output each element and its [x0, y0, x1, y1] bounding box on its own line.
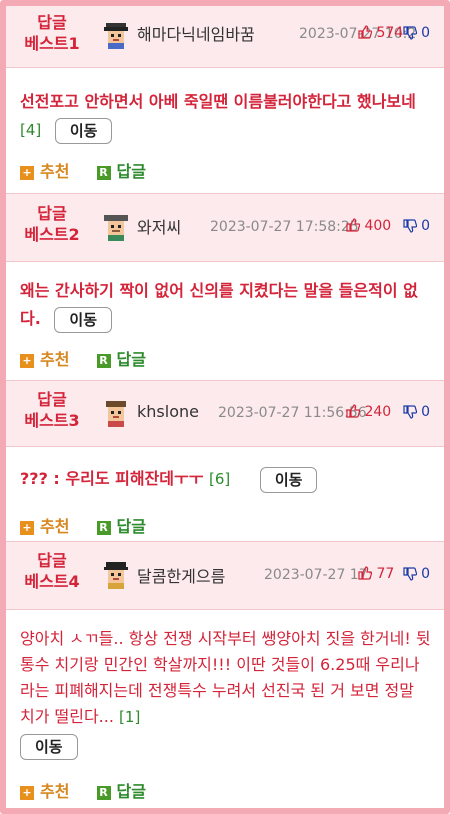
- reply-actions: + 추천 R 답글: [20, 778, 168, 802]
- reply-text: ??? : 우리도 피해잔데ㅜㅜ: [20, 469, 204, 488]
- reply-r-icon: R: [96, 354, 111, 368]
- reply-r-icon: R: [96, 521, 111, 535]
- rank-label: 답글 베스트4: [24, 551, 80, 591]
- thumbs-up-icon: [346, 218, 360, 232]
- reply-text: 양아치 ㅅㄲ들.. 항상 전쟁 시작부터 쌩양아치 짓을 한거네! 뒷통수 치기…: [20, 629, 431, 726]
- comment-count: [1]: [119, 708, 141, 726]
- rank-label: 답글 베스트1: [24, 13, 80, 53]
- pixel-avatar-icon[interactable]: [100, 561, 132, 589]
- reply-body: ??? : 우리도 피해잔데ㅜㅜ [6] 이동: [20, 465, 432, 493]
- timestamp: 2023-07-27 11:56:56: [218, 405, 367, 421]
- comment-count: [4]: [20, 121, 42, 139]
- downvote-count[interactable]: 0: [403, 404, 430, 420]
- downvote-count[interactable]: 0: [403, 218, 430, 234]
- pixel-avatar-icon[interactable]: [100, 399, 132, 427]
- rank-label: 답글 베스트3: [24, 390, 80, 430]
- reply-button[interactable]: R 답글: [96, 513, 146, 537]
- pixel-avatar-icon[interactable]: [100, 21, 132, 49]
- reply-actions: + 추천 R 답글: [20, 346, 168, 370]
- reply-text: 선전포고 안하면서 아베 죽일땐 이름불러야한다고 했나보네: [20, 92, 416, 111]
- thumbs-up-icon: [358, 25, 372, 39]
- move-button[interactable]: 이동: [54, 306, 112, 333]
- recommend-button[interactable]: + 추천: [20, 158, 69, 182]
- reply-body: 왜는 간사하기 짝이 없어 신의를 지켰다는 말을 들은적이 없다. 이동: [20, 277, 432, 333]
- reply-actions: + 추천 R 답글: [20, 513, 168, 537]
- thumbs-down-icon: [403, 219, 417, 233]
- reply-body: 선전포고 안하면서 아베 죽일땐 이름불러야한다고 했나보네 [4] 이동: [20, 88, 432, 144]
- rank-label: 답글 베스트2: [24, 204, 80, 244]
- plus-icon: +: [20, 786, 34, 800]
- thumbs-down-icon: [403, 567, 417, 581]
- reply-body: 양아치 ㅅㄲ들.. 항상 전쟁 시작부터 쌩양아치 짓을 한거네! 뒷통수 치기…: [20, 626, 432, 760]
- thumbs-up-icon: [346, 404, 360, 418]
- move-button[interactable]: 이동: [20, 734, 78, 760]
- plus-icon: +: [20, 521, 34, 535]
- recommend-button[interactable]: + 추천: [20, 346, 69, 370]
- reply-r-icon: R: [96, 166, 111, 180]
- recommend-button[interactable]: + 추천: [20, 778, 69, 802]
- thumbs-up-icon: [358, 566, 372, 580]
- reply-header: 답글 베스트4 달콤한게으름 2023-07-27 17: 77 0: [6, 542, 444, 610]
- reply-header: 답글 베스트1 해마다닉네임바꿈 2023-07-27 10:2 574 0: [6, 6, 444, 68]
- reply-button[interactable]: R 답글: [96, 158, 146, 182]
- reply-button[interactable]: R 답글: [96, 778, 146, 802]
- reply-best-list: 답글 베스트1 해마다닉네임바꿈 2023-07-27 10:2 574 0 선…: [6, 6, 444, 808]
- nickname[interactable]: 해마다닉네임바꿈: [137, 21, 255, 45]
- timestamp: 2023-07-27 17:58:25: [210, 219, 359, 235]
- thumbs-down-icon: [403, 405, 417, 419]
- nickname[interactable]: 와저씨: [137, 214, 181, 238]
- thumbs-down-icon: [403, 26, 417, 40]
- move-button[interactable]: 이동: [259, 466, 318, 493]
- plus-icon: +: [20, 354, 34, 368]
- reply-header: 답글 베스트3 khslone 2023-07-27 11:56:56 240 …: [6, 381, 444, 447]
- upvote-count[interactable]: 400: [346, 218, 391, 234]
- reply-header: 답글 베스트2 와저씨 2023-07-27 17:58:25 400 0: [6, 194, 444, 262]
- upvote-count[interactable]: 240: [346, 404, 391, 420]
- downvote-count[interactable]: 0: [403, 566, 430, 582]
- reply-button[interactable]: R 답글: [96, 346, 146, 370]
- plus-icon: +: [20, 166, 34, 180]
- recommend-button[interactable]: + 추천: [20, 513, 69, 537]
- upvote-count[interactable]: 574: [358, 25, 403, 41]
- pixel-avatar-icon[interactable]: [100, 213, 132, 241]
- move-button[interactable]: 이동: [54, 117, 113, 144]
- nickname[interactable]: khslone: [137, 402, 199, 421]
- reply-r-icon: R: [96, 786, 111, 800]
- comment-count: [6]: [209, 470, 231, 488]
- reply-actions: + 추천 R 답글: [20, 158, 168, 182]
- downvote-count[interactable]: 0: [403, 25, 430, 41]
- nickname[interactable]: 달콤한게으름: [137, 563, 225, 587]
- timestamp: 2023-07-27 17:: [264, 567, 373, 583]
- upvote-count[interactable]: 77: [358, 566, 394, 582]
